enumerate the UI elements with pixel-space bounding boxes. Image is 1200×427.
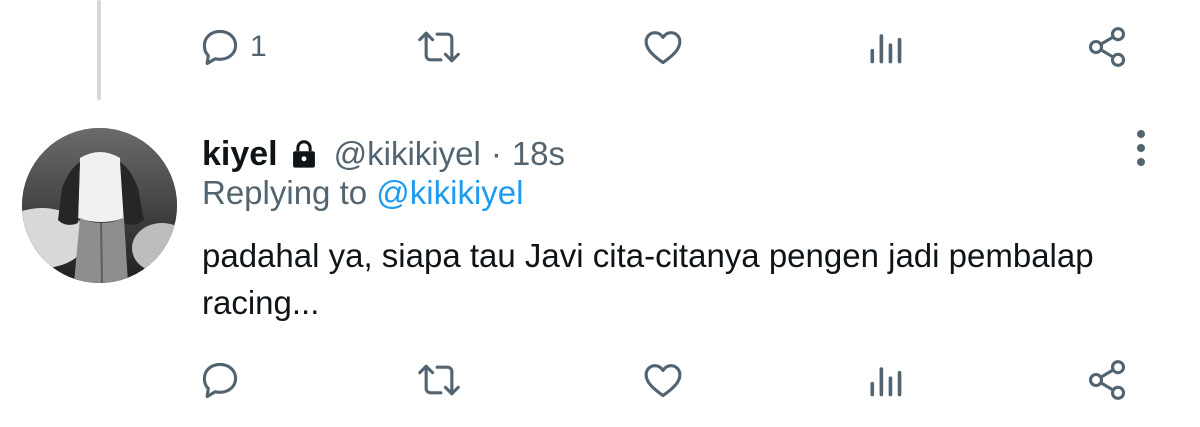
reply-button[interactable]: 1 — [198, 17, 267, 77]
replying-to-label: Replying to — [202, 174, 368, 211]
previous-tweet-action-bar: 1 — [0, 17, 1200, 77]
timestamp[interactable]: 18s — [512, 135, 565, 173]
retweet-button[interactable] — [415, 350, 463, 410]
separator-dot: · — [490, 135, 502, 172]
retweet-button[interactable] — [415, 17, 463, 77]
replying-to-line: Replying to @kikikiyel — [202, 174, 523, 212]
stats-icon — [865, 358, 905, 402]
lock-icon — [290, 139, 318, 169]
tweet-action-bar — [0, 350, 1200, 410]
share-button[interactable] — [1085, 350, 1129, 410]
reply-button[interactable] — [198, 350, 242, 410]
like-button[interactable] — [640, 350, 686, 410]
heart-icon — [640, 25, 686, 69]
retweet-icon — [415, 25, 463, 69]
more-vertical-icon — [1136, 129, 1146, 172]
retweet-icon — [415, 358, 463, 402]
more-options-button[interactable] — [1126, 128, 1156, 172]
reply-count: 1 — [250, 30, 267, 63]
tweet[interactable]: kiyel @kikikiyel · 18s Replying to @kiki… — [0, 110, 1200, 350]
view-stats-button[interactable] — [865, 17, 905, 77]
share-icon — [1085, 25, 1129, 69]
share-button[interactable] — [1085, 17, 1129, 77]
avatar[interactable] — [22, 128, 177, 283]
stats-icon — [865, 25, 905, 69]
like-button[interactable] — [640, 17, 686, 77]
replying-to-mention[interactable]: @kikikiyel — [376, 174, 523, 211]
heart-icon — [640, 358, 686, 402]
reply-icon — [198, 358, 242, 402]
view-stats-button[interactable] — [865, 350, 905, 410]
tweet-text: padahal ya, siapa tau Javi cita-citanya … — [202, 237, 1094, 321]
share-icon — [1085, 358, 1129, 402]
tweet-header: kiyel @kikikiyel · 18s — [202, 132, 565, 176]
display-name[interactable]: kiyel — [202, 135, 278, 174]
user-handle[interactable]: @kikikiyel — [334, 135, 481, 173]
reply-icon — [198, 25, 242, 69]
